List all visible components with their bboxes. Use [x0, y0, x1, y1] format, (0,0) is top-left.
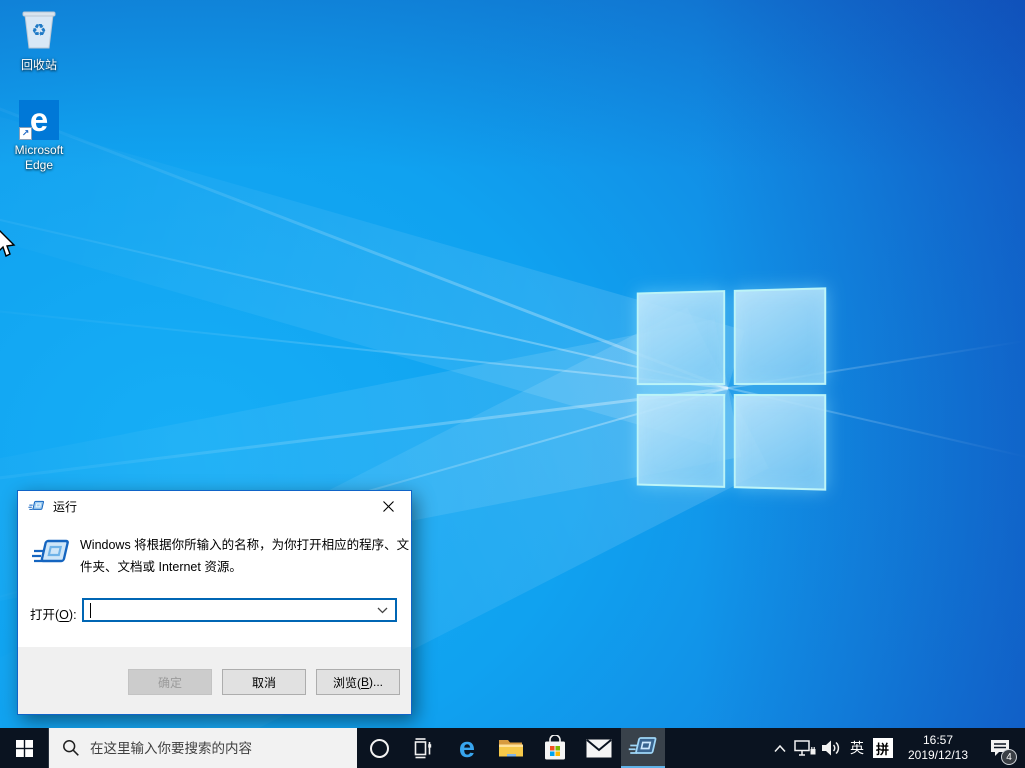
- search-icon: [62, 739, 80, 757]
- mail-button[interactable]: [577, 728, 621, 768]
- desktop-icon-recycle-bin[interactable]: ♻ 回收站: [7, 6, 71, 73]
- store-icon: [545, 735, 565, 760]
- taskbar-search[interactable]: [48, 728, 357, 768]
- run-titlebar-icon: [28, 499, 45, 513]
- run-dialog: 运行 Windows 将根据你所输入的名称，为你打开相应的程序、文件夹、文档或 …: [17, 490, 412, 715]
- system-tray: 英 拼 16:57 2019/12/13 4: [769, 728, 1025, 768]
- ime-mode-button[interactable]: 拼: [869, 728, 896, 768]
- desktop-icon-microsoft-edge[interactable]: e ↗ Microsoft Edge: [7, 100, 71, 173]
- start-button[interactable]: [0, 728, 48, 768]
- ok-button[interactable]: 确定: [128, 669, 212, 695]
- browse-button[interactable]: 浏览(B)...: [316, 669, 400, 695]
- run-dialog-description: Windows 将根据你所输入的名称，为你打开相应的程序、文件夹、文档或 Int…: [80, 538, 410, 574]
- file-explorer-button[interactable]: [489, 728, 533, 768]
- mouse-cursor: [0, 230, 16, 257]
- svg-text:♻: ♻: [31, 21, 46, 40]
- tray-expand-button[interactable]: [769, 728, 791, 768]
- run-taskbar-button[interactable]: [621, 728, 665, 768]
- run-taskbar-icon: [628, 737, 657, 754]
- clock-time: 16:57: [922, 733, 954, 747]
- edge-taskbar-button[interactable]: e: [445, 728, 489, 768]
- task-view-icon: [414, 738, 432, 759]
- network-tray-button[interactable]: [791, 728, 818, 768]
- ime-language-indicator[interactable]: 英: [845, 728, 869, 768]
- mail-icon: [586, 738, 612, 757]
- task-view-button[interactable]: [401, 728, 445, 768]
- desktop: ♻ 回收站 e ↗ Microsoft Edge 运行 Windows 将根据你…: [0, 0, 1025, 768]
- speaker-icon: [822, 740, 840, 756]
- windows-start-icon: [15, 739, 33, 757]
- run-dialog-titlebar: 运行: [18, 491, 411, 521]
- run-icon: [31, 537, 71, 572]
- open-combobox[interactable]: [82, 598, 397, 622]
- open-input[interactable]: [90, 601, 370, 619]
- text-caret: [90, 603, 91, 618]
- edge-icon: e ↗: [19, 100, 59, 140]
- windows-logo: [636, 287, 827, 491]
- ime-mode-icon: 拼: [872, 738, 893, 758]
- edge-taskbar-icon: e: [458, 731, 476, 764]
- open-field-label: 打开(O):: [30, 608, 77, 622]
- volume-tray-button[interactable]: [818, 728, 845, 768]
- close-button[interactable]: [366, 492, 411, 521]
- combo-dropdown-button[interactable]: [371, 600, 393, 620]
- search-input[interactable]: [90, 740, 349, 756]
- run-dialog-body: Windows 将根据你所输入的名称，为你打开相应的程序、文件夹、文档或 Int…: [18, 521, 411, 649]
- network-icon: [793, 740, 815, 756]
- cortana-button[interactable]: [357, 728, 401, 768]
- action-center-button[interactable]: 4: [980, 728, 1020, 768]
- clock[interactable]: 16:57 2019/12/13: [896, 728, 980, 768]
- edge-label: Microsoft Edge: [14, 143, 64, 172]
- notification-badge: 4: [1001, 749, 1017, 765]
- close-icon: [383, 500, 394, 512]
- taskbar: e: [0, 728, 1025, 768]
- store-button[interactable]: [533, 728, 577, 768]
- file-explorer-icon: [499, 740, 523, 757]
- chevron-down-icon: [377, 607, 387, 613]
- cancel-button[interactable]: 取消: [222, 669, 306, 695]
- clock-date: 2019/12/13: [907, 748, 969, 762]
- cortana-icon: [369, 738, 389, 758]
- chevron-up-icon: [774, 744, 786, 752]
- run-dialog-footer: 确定 取消 浏览(B)...: [18, 647, 411, 714]
- recycle-bin-icon: ♻: [18, 6, 60, 55]
- recycle-bin-label: 回收站: [20, 58, 57, 72]
- run-dialog-title: 运行: [53, 499, 78, 514]
- shortcut-arrow-icon: ↗: [19, 127, 32, 140]
